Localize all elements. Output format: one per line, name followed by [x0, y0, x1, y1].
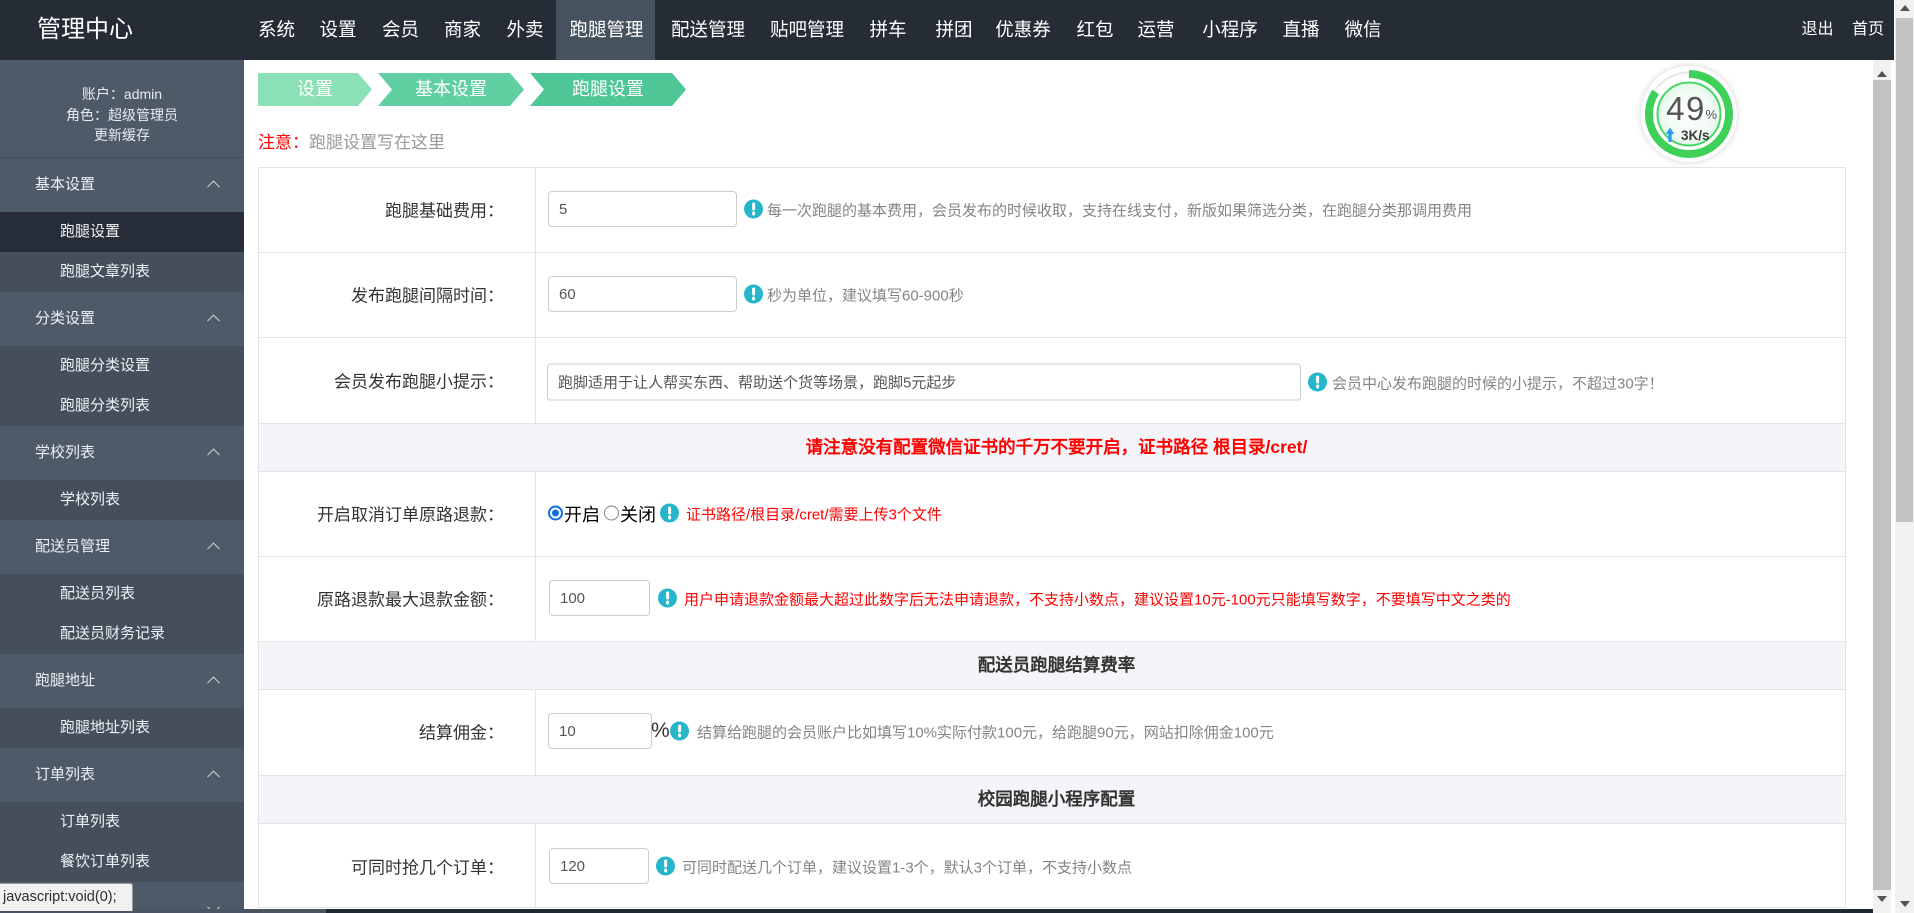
- svg-text:3K/s: 3K/s: [1681, 128, 1710, 143]
- svg-text:49: 49: [1666, 90, 1706, 127]
- svg-text:%: %: [1706, 107, 1718, 122]
